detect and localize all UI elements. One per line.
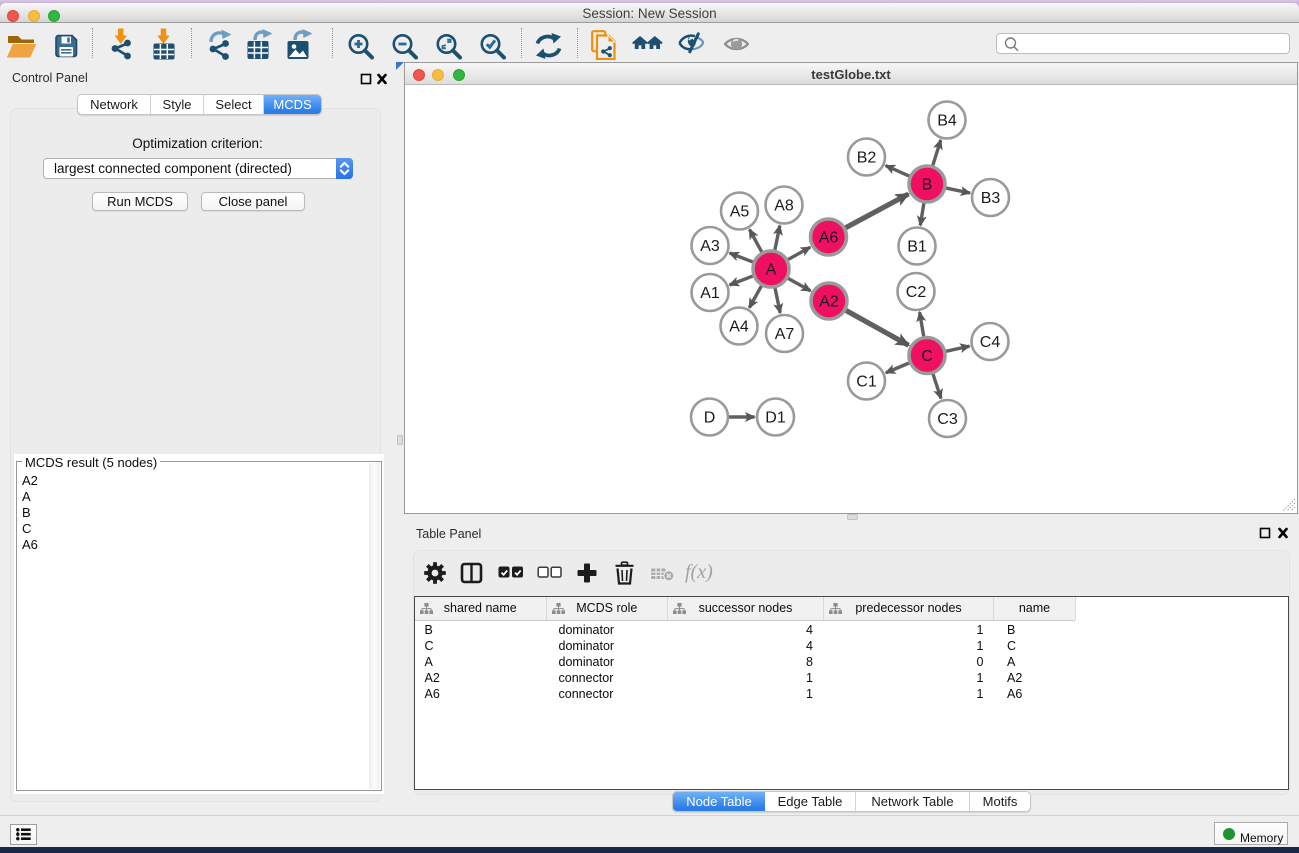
- svg-text:C3: C3: [937, 411, 958, 428]
- svg-text:A: A: [766, 262, 777, 279]
- svg-text:D: D: [704, 410, 716, 427]
- svg-text:C2: C2: [906, 284, 927, 301]
- svg-text:A7: A7: [775, 326, 795, 343]
- svg-text:A2: A2: [819, 294, 839, 311]
- svg-text:A3: A3: [700, 238, 720, 255]
- svg-text:B2: B2: [857, 150, 877, 167]
- svg-text:B4: B4: [937, 113, 957, 130]
- svg-text:A8: A8: [774, 198, 794, 215]
- svg-text:D1: D1: [765, 410, 786, 427]
- svg-text:A4: A4: [729, 319, 749, 336]
- svg-text:A5: A5: [730, 204, 750, 221]
- svg-text:B1: B1: [907, 239, 927, 256]
- svg-text:C: C: [921, 348, 933, 365]
- svg-text:B: B: [922, 177, 933, 194]
- svg-text:A6: A6: [819, 230, 839, 247]
- svg-text:A1: A1: [700, 285, 720, 302]
- svg-text:C4: C4: [980, 334, 1001, 351]
- svg-text:B3: B3: [981, 190, 1001, 207]
- svg-text:C1: C1: [856, 374, 877, 391]
